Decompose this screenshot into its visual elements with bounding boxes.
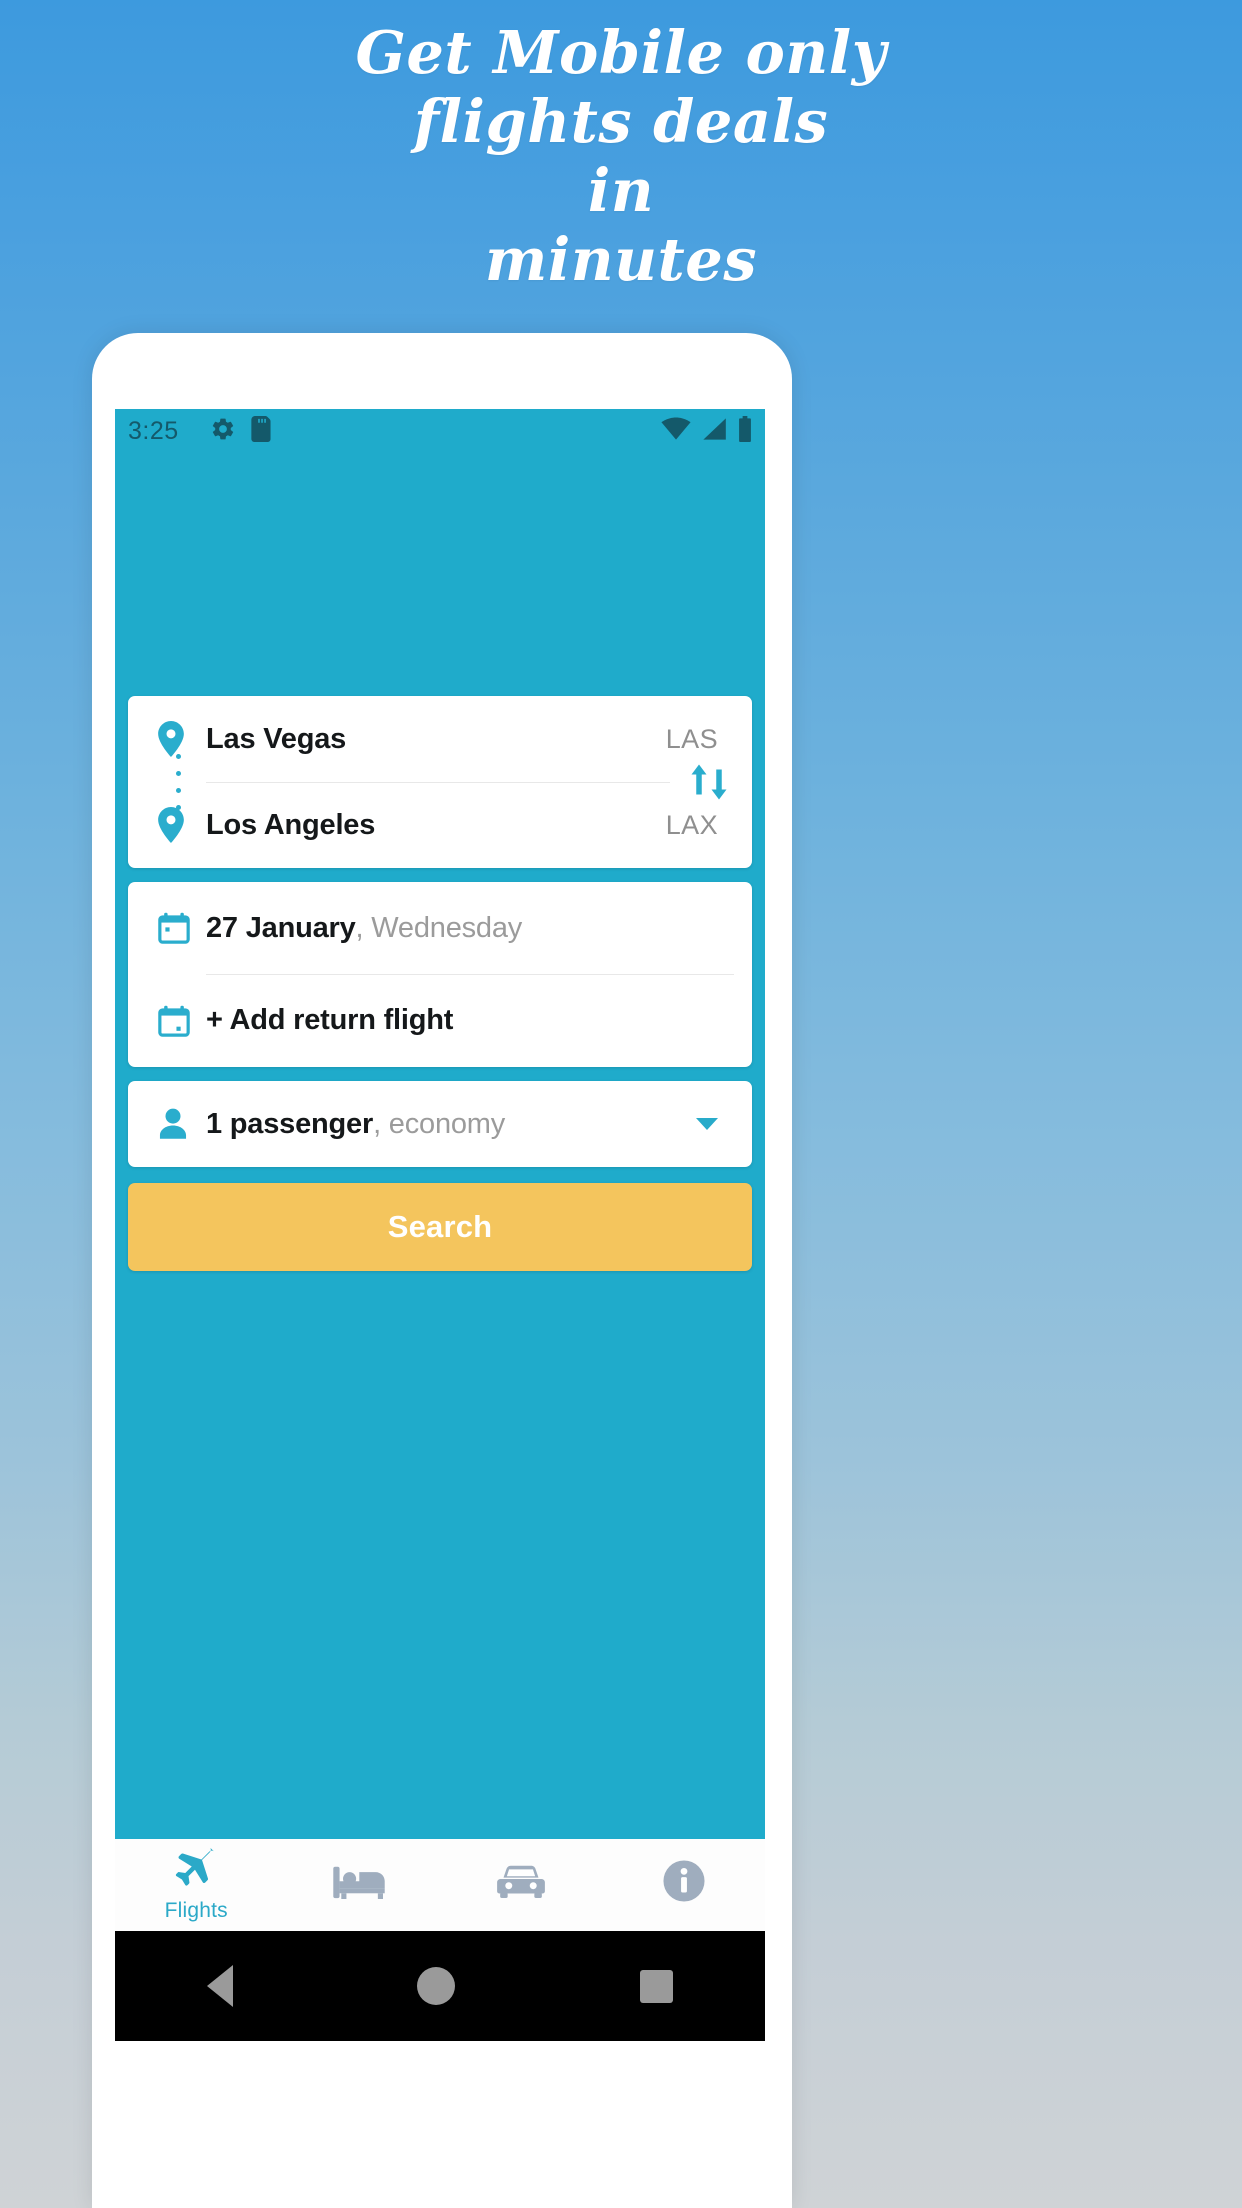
- phone-mockup: 3:25 Las Vegas LAS Los Angeles LAX 27 Ja…: [92, 333, 792, 2208]
- origin-airport-code: LAS: [665, 723, 718, 754]
- tab-flights[interactable]: Flights: [115, 1839, 278, 1931]
- destination-airport-code: LAX: [665, 809, 718, 840]
- depart-date-row[interactable]: 27 January, Wednesday: [128, 882, 752, 974]
- add-return-flight-row[interactable]: + Add return flight: [128, 974, 752, 1067]
- depart-date-separator: ,: [355, 911, 372, 944]
- promo-headline: Get Mobile only flights deals in minutes: [0, 0, 1242, 294]
- status-bar-left: 3:25: [128, 415, 272, 447]
- dates-card: 27 January, Wednesday + Add return fligh…: [128, 882, 752, 1067]
- status-bar-right: [661, 415, 753, 447]
- battery-icon: [737, 415, 753, 447]
- status-bar: 3:25: [115, 409, 765, 453]
- add-return-flight-label: + Add return flight: [206, 1004, 454, 1036]
- home-circle-icon[interactable]: [417, 1967, 456, 2005]
- airplane-icon: [174, 1846, 218, 1895]
- destination-city: Los Angeles: [206, 808, 376, 841]
- cellular-signal-icon: [701, 417, 727, 446]
- app-content: Las Vegas LAS Los Angeles LAX 27 January…: [115, 453, 765, 1839]
- depart-date-label: 27 January, Wednesday: [206, 912, 718, 945]
- origin-row[interactable]: Las Vegas LAS: [128, 696, 752, 782]
- sd-card-icon: [250, 415, 272, 447]
- wifi-icon: [661, 416, 691, 446]
- cabin-class: economy: [388, 1107, 506, 1140]
- origin-city: Las Vegas: [206, 722, 347, 755]
- promo-line-1: Get Mobile only: [355, 18, 887, 87]
- info-icon: [662, 1859, 706, 1908]
- promo-line-3: in: [587, 156, 655, 225]
- route-card: Las Vegas LAS Los Angeles LAX: [128, 696, 752, 868]
- promo-line-2: flights deals: [413, 87, 829, 156]
- tab-info[interactable]: [603, 1839, 766, 1931]
- gear-icon: [210, 416, 236, 447]
- recents-square-icon[interactable]: [639, 1969, 673, 2003]
- search-button[interactable]: Search: [128, 1183, 752, 1271]
- depart-date-value: 27 January: [206, 911, 356, 944]
- promo-line-4: minutes: [484, 225, 758, 294]
- passengers-card: 1 passenger, economy: [128, 1081, 752, 1167]
- car-icon: [496, 1861, 546, 1906]
- passenger-count: 1 passenger: [206, 1107, 374, 1140]
- tab-flights-label: Flights: [164, 1898, 228, 1922]
- calendar-icon: [158, 912, 206, 944]
- android-navigation-bar: [115, 1931, 765, 2041]
- destination-row[interactable]: Los Angeles LAX: [128, 782, 752, 868]
- bottom-tab-bar: Flights: [115, 1839, 765, 1931]
- back-triangle-icon[interactable]: [207, 1965, 234, 2007]
- tab-cars[interactable]: [440, 1839, 603, 1931]
- location-pin-icon: [158, 807, 206, 843]
- chevron-down-icon[interactable]: [696, 1118, 718, 1130]
- location-pin-icon: [158, 721, 206, 757]
- passengers-label: 1 passenger, economy: [206, 1108, 696, 1141]
- phone-screen: 3:25 Las Vegas LAS Los Angeles LAX 27 Ja…: [115, 409, 765, 1839]
- calendar-icon: [158, 1005, 206, 1037]
- tab-hotels[interactable]: [278, 1839, 441, 1931]
- status-bar-clock: 3:25: [128, 416, 179, 445]
- depart-weekday: Wednesday: [371, 911, 523, 944]
- passengers-separator: ,: [373, 1107, 389, 1140]
- hotel-bed-icon: [333, 1861, 385, 1906]
- person-icon: [158, 1108, 206, 1140]
- passengers-row[interactable]: 1 passenger, economy: [128, 1081, 752, 1167]
